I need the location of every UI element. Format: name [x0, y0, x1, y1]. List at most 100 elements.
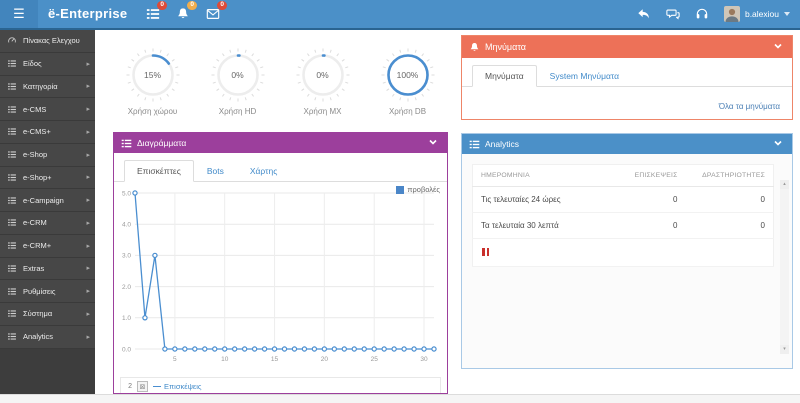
charts-panel: Διαγράμματα Επισκέπτες Bots Χάρτης 0.0 1.… [113, 132, 448, 394]
pause-button[interactable] [481, 247, 490, 257]
row-label: Τις τελευταίες 24 ώρες [472, 186, 614, 213]
list-icon [7, 332, 18, 341]
list-icon [7, 218, 18, 227]
messages-panel-title: Μηνύματα [485, 42, 526, 52]
gauge-label: Χρήση HD [218, 107, 257, 116]
sidebar-item--[interactable]: Πίνακας Ελεγχου [0, 30, 95, 53]
col-header-date: ΗΜΕΡΟΜΗΝΙΑ [472, 164, 614, 187]
sidebar-item-label: e-CMS+ [23, 127, 51, 137]
svg-text:2.0: 2.0 [122, 284, 131, 291]
sidebar-item-e-crm-[interactable]: e-CRM+ ▸ [0, 234, 95, 258]
submenu-arrow-icon: ▸ [86, 218, 90, 227]
submenu-arrow-icon: ▸ [86, 59, 90, 68]
reply-icon[interactable] [637, 7, 651, 21]
submenu-arrow-icon: ▸ [86, 173, 90, 182]
sidebar-item-e-campaign[interactable]: e-Campaign ▸ [0, 189, 95, 212]
submenu-arrow-icon: ▸ [86, 287, 90, 296]
messages-menu-button[interactable]: 0 [204, 0, 227, 23]
sidebar-item-analytics[interactable]: Analytics ▸ [0, 325, 95, 349]
row-visits: 0 [613, 186, 686, 213]
secondary-chart-header: 2 ⊠ Επισκέψεις [121, 378, 440, 393]
sidebar-item-extras[interactable]: Extras ▸ [0, 257, 95, 281]
tasks-menu-button[interactable]: 0 [144, 0, 167, 23]
list-icon [7, 105, 18, 114]
gauge-value: 15% [143, 70, 161, 80]
gauge-label: Χρήση MX [303, 107, 342, 116]
sidebar-item--[interactable]: Κατηγορία ▸ [0, 75, 95, 99]
sidebar-item-e-shop[interactable]: e-Shop ▸ [0, 143, 95, 167]
legend-swatch [396, 185, 405, 194]
list-icon [7, 59, 18, 68]
sidebar-item-label: e-Shop [23, 150, 48, 160]
submenu-arrow-icon: ▸ [86, 196, 90, 205]
sidebar-item-label: Πίνακας Ελεγχου [23, 36, 80, 46]
svg-text:25: 25 [371, 356, 379, 363]
sidebar-item-label: e-Campaign [23, 195, 64, 205]
sidebar-item-label: e-CRM [23, 218, 47, 228]
gauge-mx-usage: 0% Χρήση MX [284, 46, 362, 116]
tab-system-messages[interactable]: System Μηνύματα [537, 65, 632, 87]
scroll-up-button[interactable]: ▴ [780, 180, 789, 189]
chevron-down-icon[interactable] [428, 137, 440, 149]
notifications-count-badge: 0 [187, 0, 197, 10]
messages-count-badge: 0 [217, 0, 227, 10]
analytics-panel-title: Analytics [485, 139, 520, 149]
all-messages-link[interactable]: Όλα τα μηνύματα [719, 102, 780, 111]
chevron-down-icon[interactable] [773, 138, 785, 150]
usage-gauges-row: 15% Χρήση χώρου 0% Χρήση HD 0% Χρήση MX … [110, 46, 450, 116]
gauge-hd-usage: 0% Χρήση HD [199, 46, 277, 116]
charts-panel-header: Διαγράμματα [114, 133, 447, 153]
sidebar-item--[interactable]: Ρυθμίσεις ▸ [0, 280, 95, 303]
sidebar-item-label: Κατηγορία [23, 81, 58, 91]
tab-messages[interactable]: Μηνύματα [472, 65, 537, 87]
sidebar-toggle-button[interactable]: ☰ [0, 0, 38, 28]
sidebar-item-label: Analytics [23, 332, 54, 342]
list-icon [7, 127, 18, 136]
caret-down-icon [784, 12, 790, 16]
table-row [472, 238, 774, 267]
mini-chart-legend: Επισκέψεις [153, 382, 202, 391]
chart-legend: προβολές [396, 185, 440, 194]
visitors-line-chart: 0.0 1.0 2.0 3.0 4.0 5.0 5 10 15 20 25 30 προβολές [117, 185, 444, 375]
submenu-arrow-icon: ▸ [86, 150, 90, 159]
tab-map[interactable]: Χάρτης [237, 160, 290, 182]
bell-icon [469, 42, 480, 53]
row-label: Τα τελευταία 30 λεπτά [472, 212, 614, 239]
notifications-menu-button[interactable]: 0 [174, 0, 197, 23]
sidebar-item-e-cms[interactable]: e-CMS ▸ [0, 98, 95, 121]
list-icon [7, 241, 18, 250]
submenu-arrow-icon: ▸ [86, 264, 90, 273]
analytics-scrollbar[interactable]: ▴ ▾ [780, 180, 789, 354]
sidebar-item-e-shop-[interactable]: e-Shop+ ▸ [0, 166, 95, 190]
sidebar-item--[interactable]: Σύστημα ▸ [0, 303, 95, 326]
legend-line-swatch [153, 386, 161, 387]
row-visits: 0 [613, 212, 686, 239]
messages-tabs: Μηνύματα System Μηνύματα [462, 58, 792, 87]
app-logo[interactable]: ë-Enterprise [48, 0, 127, 28]
secondary-chart-cutoff: 2 ⊠ Επισκέψεις [120, 377, 441, 393]
gauge-label: Χρήση DB [388, 107, 427, 116]
svg-text:10: 10 [221, 356, 229, 363]
tasks-count-badge: 0 [157, 0, 167, 10]
image-placeholder-icon: ⊠ [137, 381, 148, 392]
tab-bots[interactable]: Bots [194, 160, 237, 182]
chat-icon[interactable] [666, 7, 680, 21]
sidebar-item-label: Είδος [23, 59, 42, 69]
user-menu-button[interactable]: b.alexiou [723, 6, 790, 22]
tab-visitors[interactable]: Επισκέπτες [124, 160, 194, 182]
sidebar-nav: Πίνακας Ελεγχου Είδος ▸ Κατηγορία ▸ e-CMS ▸ e-C… [0, 30, 95, 394]
sidebar-item-label: e-Shop+ [23, 172, 52, 182]
col-header-activities: ΔΡΑΣΤΗΡΙΟΤΗΤΕΣ [685, 164, 774, 187]
headphones-icon[interactable] [695, 7, 709, 21]
sidebar-item-e-cms-[interactable]: e-CMS+ ▸ [0, 121, 95, 144]
scroll-down-button[interactable]: ▾ [780, 345, 789, 354]
chevron-down-icon[interactable] [773, 41, 785, 53]
sidebar-item-label: Σύστημα [23, 309, 53, 319]
line-chart-svg: 0.0 1.0 2.0 3.0 4.0 5.0 5 10 15 20 25 30 [122, 190, 437, 363]
sidebar-item-e-crm[interactable]: e-CRM ▸ [0, 212, 95, 235]
user-avatar [723, 6, 740, 22]
svg-text:0.0: 0.0 [122, 346, 131, 353]
list-icon [469, 139, 480, 150]
mini-legend-label: Επισκέψεις [164, 382, 202, 391]
sidebar-item--[interactable]: Είδος ▸ [0, 52, 95, 76]
